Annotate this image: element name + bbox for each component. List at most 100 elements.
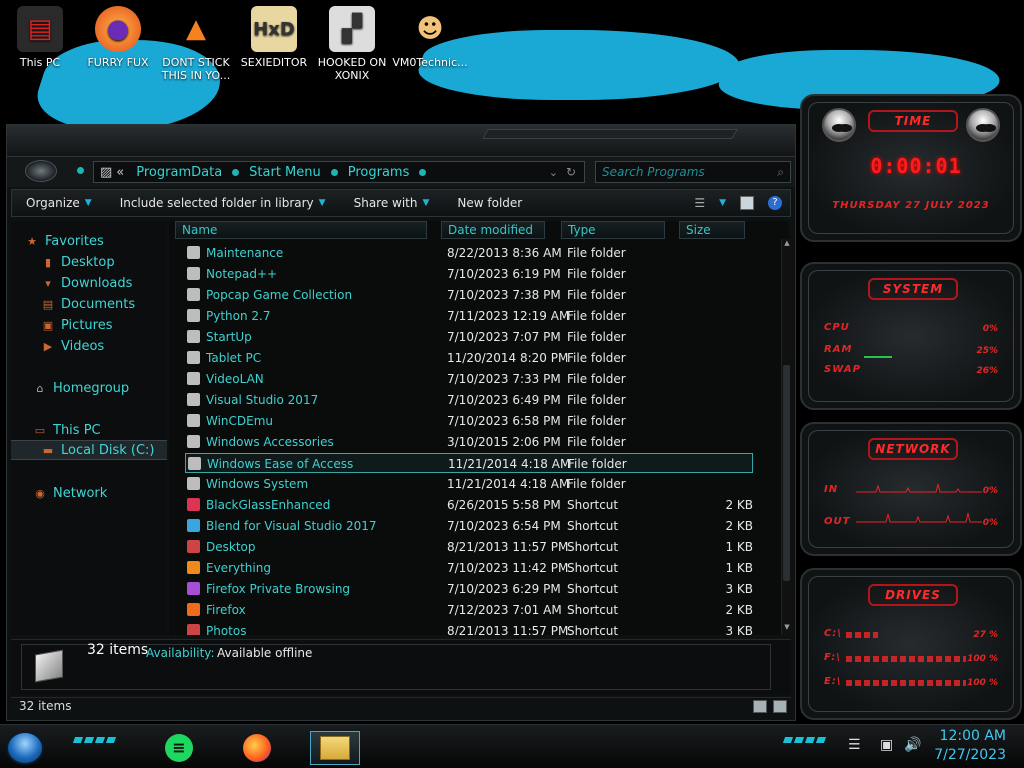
- shortcut-icon: [187, 582, 200, 595]
- volume-icon[interactable]: 🔊: [904, 737, 921, 753]
- table-row[interactable]: Windows Ease of Access 11/21/2014 4:18 AM…: [185, 453, 753, 473]
- network-gadget[interactable]: NETWORK IN 0% OUT 0%: [800, 422, 1022, 556]
- table-row[interactable]: BlackGlassEnhanced 6/26/2015 5:58 PM Short…: [185, 495, 753, 515]
- file-size: 2 KB: [725, 519, 753, 533]
- file-type: File folder: [567, 267, 626, 281]
- change-view-icon[interactable]: ☰: [694, 196, 705, 210]
- taskbar-firefox[interactable]: [232, 731, 282, 765]
- share-with-button[interactable]: Share with ▼: [340, 196, 444, 210]
- desktop-icon-label: FURRY FUX: [87, 56, 149, 69]
- file-name: Maintenance: [206, 246, 284, 260]
- drive-e-value: 100 %: [967, 678, 998, 688]
- table-row[interactable]: WinCDEmu 7/10/2023 6:58 PM File folder: [185, 411, 753, 431]
- organize-button[interactable]: Organize ▼: [12, 196, 106, 210]
- nav-local-disk[interactable]: ▬ Local Disk (C:): [11, 440, 167, 460]
- time-gadget[interactable]: TIME 0:00:01 THURSDAY 27 JULY 2023: [800, 94, 1022, 242]
- column-header-name[interactable]: Name: [175, 221, 427, 239]
- network-status-icon[interactable]: ▣: [880, 737, 893, 753]
- nav-this-pc[interactable]: ▭ This PC: [33, 420, 189, 440]
- table-row[interactable]: Desktop 8/21/2013 11:57 PM Shortcut 1 KB: [185, 537, 753, 557]
- breadcrumb-separator-icon[interactable]: [419, 168, 427, 176]
- file-name: Firefox Private Browsing: [206, 582, 351, 596]
- scroll-down-icon[interactable]: ▼: [782, 623, 792, 635]
- vertical-scrollbar[interactable]: ▲ ▼: [781, 239, 791, 635]
- taskbar-clock[interactable]: 12:00 AM 7/27/2023: [926, 727, 1006, 765]
- desktop-icon-label: DONT STICK THIS IN YO...: [161, 56, 231, 82]
- file-date-modified: 7/10/2023 6:54 PM: [447, 519, 561, 533]
- gadget-clock-digits: 0:00:01: [870, 154, 962, 178]
- shortcut-icon: [187, 603, 200, 616]
- desktop-icon-hex-editor[interactable]: HxD SEXIEDITOR: [234, 6, 314, 69]
- table-row[interactable]: Firefox Private Browsing 7/10/2023 6:29 P…: [185, 579, 753, 599]
- breadcrumb-programdata[interactable]: ProgramData: [130, 165, 228, 180]
- table-row[interactable]: Blend for Visual Studio 2017 7/10/2023 6:…: [185, 516, 753, 536]
- scroll-up-icon[interactable]: ▲: [782, 239, 792, 251]
- chevron-down-icon[interactable]: ▼: [719, 198, 726, 208]
- file-name: Tablet PC: [206, 351, 262, 365]
- desktop-icon-this-pc[interactable]: ▤ This PC: [0, 6, 80, 69]
- column-label: Size: [686, 223, 711, 237]
- nav-homegroup[interactable]: ⌂ Homegroup: [33, 378, 189, 398]
- column-headers: Name Date modified Type Size: [169, 221, 789, 239]
- drives-gadget[interactable]: DRIVES C:\ 27 % F:\ 100 % E:\ 100 %: [800, 568, 1022, 720]
- help-button[interactable]: ?: [768, 196, 782, 210]
- system-gadget[interactable]: SYSTEM CPU 0% RAM 25% SWAP 26%: [800, 262, 1022, 410]
- table-row[interactable]: Everything 7/10/2023 11:42 PM Shortcut 1 KB: [185, 558, 753, 578]
- preview-pane-icon[interactable]: [740, 196, 754, 210]
- file-date-modified: 8/21/2013 11:57 PM: [447, 624, 569, 635]
- include-in-library-button[interactable]: Include selected folder in library ▼: [106, 196, 340, 210]
- table-row[interactable]: Visual Studio 2017 7/10/2023 6:49 PM File …: [185, 390, 753, 410]
- desktop-icon-xonix[interactable]: ▞ HOOKED ON XONIX: [312, 6, 392, 82]
- new-folder-button[interactable]: New folder: [443, 196, 536, 210]
- chevron-down-icon[interactable]: ⌄: [549, 166, 566, 179]
- breadcrumb-programs[interactable]: Programs: [342, 165, 416, 180]
- details-view-icon[interactable]: [753, 700, 767, 713]
- desktop-icon-vlc[interactable]: ▲ DONT STICK THIS IN YO...: [156, 6, 236, 83]
- folder-icon: [188, 457, 201, 470]
- breadcrumb-separator-icon[interactable]: [232, 168, 240, 176]
- start-button[interactable]: [6, 731, 44, 765]
- desktop-icon-firefox[interactable]: ● FURRY FUX: [78, 6, 158, 69]
- back-button[interactable]: [25, 160, 57, 182]
- table-row[interactable]: Maintenance 8/22/2013 8:36 AM File folder: [185, 243, 753, 263]
- folder-icon: [187, 477, 200, 490]
- search-placeholder: Search Programs: [602, 165, 705, 179]
- search-input[interactable]: Search Programs ⌕: [595, 161, 791, 183]
- breadcrumb-start-menu[interactable]: Start Menu: [243, 165, 327, 180]
- taskbar-file-explorer[interactable]: [310, 731, 360, 765]
- table-row[interactable]: Windows Accessories 3/10/2015 2:06 PM File…: [185, 432, 753, 452]
- address-bar[interactable]: ▨ « ProgramData Start Menu Programs ⌄ ↻: [93, 161, 585, 183]
- show-hidden-icons-icon[interactable]: ☰: [848, 737, 861, 753]
- breadcrumb-separator-icon[interactable]: [330, 168, 338, 176]
- column-header-type[interactable]: Type: [561, 221, 665, 239]
- column-header-size[interactable]: Size: [679, 221, 745, 239]
- desktop-icon-vm0[interactable]: ☻ VM0Technic...: [390, 6, 470, 70]
- table-row[interactable]: Python 2.7 7/11/2023 12:19 AM File folder: [185, 306, 753, 326]
- shortcut-icon: [187, 498, 200, 511]
- nav-network[interactable]: ◉ Network: [33, 483, 189, 503]
- table-row[interactable]: Notepad++ 7/10/2023 6:19 PM File folder: [185, 264, 753, 284]
- column-header-date[interactable]: Date modified: [441, 221, 545, 239]
- nav-favorites[interactable]: ★ Favorites: [25, 231, 181, 251]
- table-row[interactable]: StartUp 7/10/2023 7:07 PM File folder: [185, 327, 753, 347]
- table-row[interactable]: Tablet PC 11/20/2014 8:20 PM File folder: [185, 348, 753, 368]
- table-row[interactable]: Popcap Game Collection 7/10/2023 7:38 PM F…: [185, 285, 753, 305]
- table-row[interactable]: Photos 8/21/2013 11:57 PM Shortcut 3 KB: [185, 621, 753, 635]
- forward-button[interactable]: [77, 167, 84, 174]
- file-type: Shortcut: [567, 603, 619, 617]
- table-row[interactable]: Firefox 7/12/2023 7:01 AM Shortcut 2 KB: [185, 600, 753, 620]
- refresh-icon[interactable]: ↻: [566, 165, 584, 179]
- file-date-modified: 3/10/2015 2:06 PM: [447, 435, 561, 449]
- file-date-modified: 8/21/2013 11:57 PM: [447, 540, 569, 554]
- scrollbar-thumb[interactable]: [783, 365, 790, 581]
- large-icons-view-icon[interactable]: [773, 700, 787, 713]
- taskbar-spotify[interactable]: ≡: [154, 731, 204, 765]
- search-icon[interactable]: ⌕: [777, 165, 784, 180]
- file-name: Blend for Visual Studio 2017: [206, 519, 377, 533]
- table-row[interactable]: Windows System 11/21/2014 4:18 AM File fol…: [185, 474, 753, 494]
- breadcrumb-overflow[interactable]: «: [116, 165, 130, 180]
- availability-label: Availability:: [146, 646, 215, 660]
- table-row[interactable]: VideoLAN 7/10/2023 7:33 PM File folder: [185, 369, 753, 389]
- folder-icon: [187, 393, 200, 406]
- file-list: Name Date modified Type Size Maintenance…: [169, 221, 789, 635]
